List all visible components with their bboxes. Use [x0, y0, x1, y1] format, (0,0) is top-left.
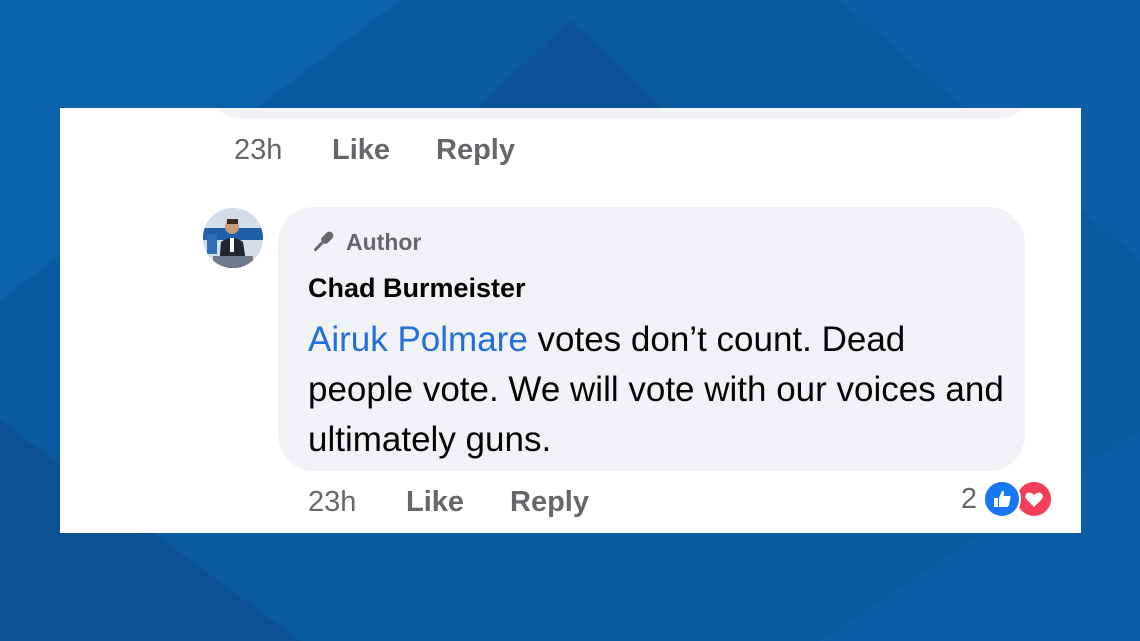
avatar-image — [203, 208, 263, 268]
reply-button[interactable]: Reply — [510, 486, 589, 519]
author-badge: Author — [308, 227, 421, 257]
mentioned-user-link[interactable]: Airuk Polmare — [308, 320, 528, 359]
comment-actions: 23h Like Reply — [308, 486, 589, 519]
author-badge-label: Author — [346, 228, 422, 255]
reaction-count: 2 — [960, 482, 977, 515]
avatar[interactable] — [203, 208, 263, 268]
like-button[interactable]: Like — [406, 486, 510, 519]
like-icon — [983, 480, 1021, 518]
microphone-icon — [313, 231, 334, 252]
comment-timestamp: 23h — [234, 134, 283, 166]
comment-timestamp: 23h — [308, 486, 357, 518]
comment-bubble: Author Chad Burmeister Airuk Polmare vot… — [278, 207, 1025, 471]
previous-comment-actions: 23h Like Reply — [234, 134, 515, 167]
reply-button[interactable]: Reply — [436, 134, 515, 167]
previous-comment-bubble — [210, 108, 1030, 118]
comment-text: Airuk Polmare votes don’t count. Dead pe… — [308, 315, 1013, 465]
like-button[interactable]: Like — [332, 134, 436, 167]
reactions-summary[interactable]: 2 — [961, 480, 1053, 518]
comment-thread-card: 23h Like Reply Author Chad Burmeister Ai… — [60, 108, 1081, 533]
author-name[interactable]: Chad Burmeister — [308, 273, 526, 304]
